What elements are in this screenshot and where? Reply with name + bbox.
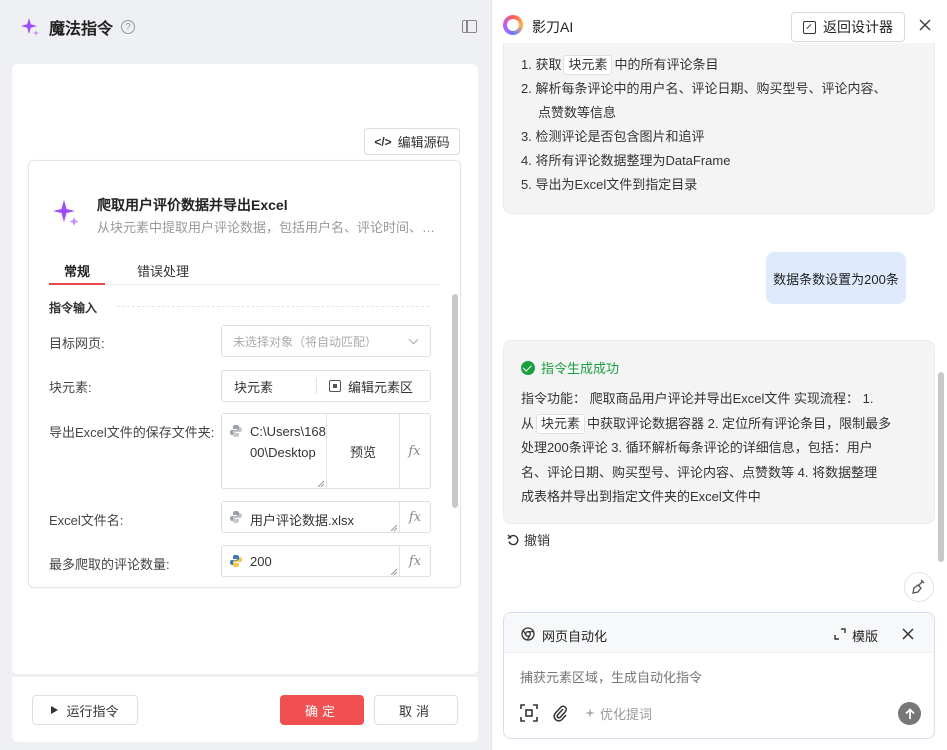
command-title: 爬取用户评价数据并导出Excel [97,197,288,213]
capture-icon [329,380,341,392]
chevron-down-icon [408,334,419,345]
ai-reply-message: 指令生成成功 指令功能： 爬取商品用户评论并导出Excel文件 实现流程： 1.… [503,340,935,524]
check-circle-icon [521,360,535,375]
optimize-prompt-button[interactable]: 优化提词 [584,704,652,723]
fx-expression-button[interactable]: fx [399,546,430,576]
max-count-input[interactable]: 200 [250,554,272,569]
page-title: 魔法指令 [49,21,114,38]
command-description: 从块元素中提取用户评论数据，包括用户名、评论时间、购买型号、评论内容等信息 [97,220,437,235]
command-card: </> 编辑源码 爬取用户评价数据并导出Excel 从块元素中提取用户评论数据，… [12,64,478,674]
chat-input-box: 网页自动化 模版 优化提词 [503,612,935,739]
input-mode-header: 网页自动化 模版 [504,613,934,653]
close-icon[interactable] [918,18,932,32]
status-badge: 指令生成成功 [521,358,619,377]
save-folder-label: 导出Excel文件的保存文件夹: [49,425,215,440]
clear-chat-button[interactable] [904,572,934,602]
undo-label: 撤销 [524,533,551,548]
fx-expression-button[interactable]: fx [399,414,430,488]
code-icon: </> [374,134,392,149]
play-icon [51,706,59,714]
section-title: 指令输入 [49,301,98,315]
block-element-value[interactable]: 块元素 [222,377,316,396]
capture-icon[interactable] [520,704,538,722]
block-element-label: 块元素: [49,380,92,395]
edit-element-area-button[interactable]: 编辑元素区 [317,377,413,396]
edit-element-area-label: 编辑元素区 [348,379,414,395]
resize-handle-icon[interactable] [317,480,324,487]
fx-expression-button[interactable]: fx [399,502,430,532]
external-link-icon [803,20,816,34]
block-element-chip: 块元素 [536,413,586,434]
run-command-label: 运行指令 [66,703,119,719]
plan-step: 5. 导出为Excel文件到指定目录 [521,177,698,192]
chat-scrollbar[interactable] [938,372,944,562]
undo-button[interactable]: 撤销 [507,530,550,549]
form-scrollbar[interactable] [452,294,458,508]
preview-button[interactable]: 预览 [326,414,400,488]
edit-source-button[interactable]: </> 编辑源码 [364,128,460,155]
magic-command-panel: 魔法指令 ? </> 编辑源码 爬取用户评价数据并导出Excel 从块元素中提取… [0,0,491,750]
plan-step: 2. 解析每条评论中的用户名、评论日期、购买型号、评论内容、 [521,81,887,96]
sparkle-icon [585,708,595,718]
max-count-field: 200 fx [221,545,431,577]
python-icon [230,425,242,437]
undo-icon [507,534,519,545]
plan-step: 3. 检测评论是否包含图片和追评 [521,129,705,144]
template-button[interactable]: 模版 [852,626,878,645]
command-detail-card: 爬取用户评价数据并导出Excel 从块元素中提取用户评论数据，包括用户名、评论时… [28,160,461,588]
run-command-button[interactable]: 运行指令 [32,695,138,725]
back-to-designer-label: 返回设计器 [823,19,893,35]
plan-message: 1. 获取 块元素 中的所有评论条目 2. 解析每条评论中的用户名、评论日期、购买型… [503,43,935,214]
target-page-placeholder: 未选择对象（将自动匹配） [233,334,378,349]
tab-general[interactable]: 常规 [64,261,90,280]
resize-handle-icon[interactable] [390,568,397,575]
block-element-field: 块元素 编辑元素区 [221,370,431,402]
close-icon[interactable] [902,628,914,640]
filename-field: 用户评论数据.xlsx fx [221,501,431,533]
block-element-chip: 块元素 [563,55,613,75]
sparkle-icon [21,18,39,36]
confirm-button[interactable]: 确定 [280,695,364,725]
python-icon [230,511,242,523]
target-page-select[interactable]: 未选择对象（将自动匹配） [221,325,431,357]
sidebar-toggle-icon[interactable] [462,20,477,33]
ai-chat-panel: 影刀AI 返回设计器 1. 获取 块元素 中的所有评论条目 2. 解析每条评论中的用… [491,0,947,750]
tab-error-handling[interactable]: 错误处理 [137,261,189,280]
sparkle-icon [53,200,79,226]
resize-handle-icon[interactable] [390,524,397,531]
dialog-footer: 运行指令 确定 取消 [12,676,478,742]
cancel-button[interactable]: 取消 [374,695,458,725]
target-page-label: 目标网页: [49,336,105,351]
plan-step: 1. 获取 块元素 中的所有评论条目 [521,53,719,77]
active-tab-indicator [49,283,105,285]
section-divider [117,306,429,307]
arrow-up-icon [904,707,915,719]
plan-step: 点赞数等信息 [538,105,617,120]
panel-header: 魔法指令 ? [0,0,491,54]
broom-icon [912,579,925,594]
status-text: 指令生成成功 [541,361,620,376]
filename-label: Excel文件名: [49,513,124,528]
input-mode-label: 网页自动化 [542,629,608,644]
help-icon[interactable]: ? [121,20,136,34]
chat-input[interactable] [520,670,900,685]
ai-title: 影刀AI [532,19,574,35]
ai-logo-icon [503,15,523,35]
tab-bar: 常规 错误处理 [49,257,441,285]
max-count-label: 最多爬取的评论数量: [49,557,170,572]
plan-step: 4. 将所有评论数据整理为DataFrame [521,153,731,168]
filename-input[interactable]: 用户评论数据.xlsx [250,510,354,529]
user-message: 数据条数设置为200条 [766,252,906,304]
browser-icon [521,627,535,641]
paperclip-icon[interactable] [552,704,568,722]
python-icon [230,555,242,567]
save-folder-input[interactable]: C:\Users\16800\Desktop [250,421,328,463]
edit-source-label: 编辑源码 [397,135,450,150]
send-button[interactable] [898,702,921,725]
expand-icon[interactable] [834,628,846,640]
reply-text: 指令功能： 爬取商品用户评论并导出Excel文件 实现流程： 1. 从块元素 中获… [521,391,892,504]
save-folder-field: C:\Users\16800\Desktop 预览 fx [221,413,431,489]
optimize-prompt-label: 优化提词 [600,707,653,722]
back-to-designer-button[interactable]: 返回设计器 [791,12,905,42]
